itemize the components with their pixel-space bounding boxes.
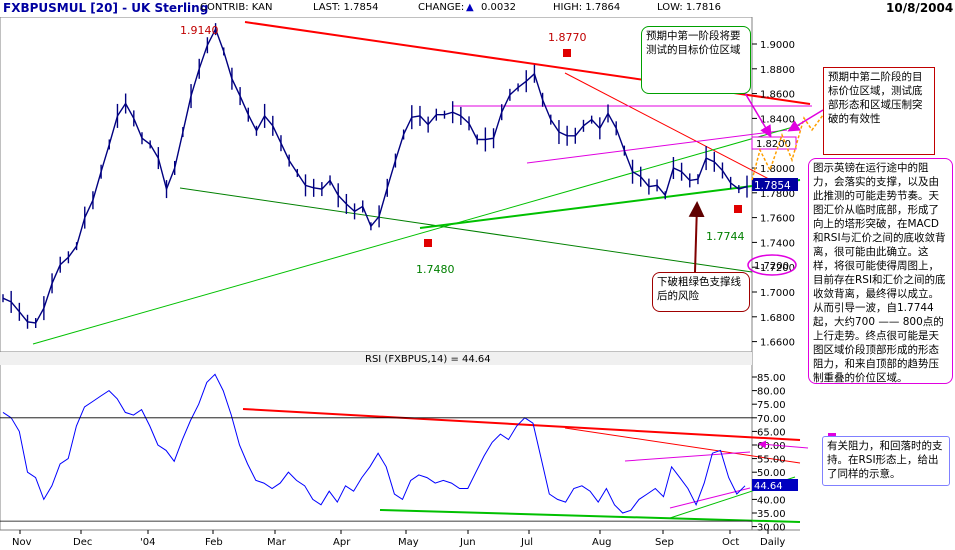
rsi-tick-label: 85.00 <box>757 373 786 384</box>
x-tick-label: Nov <box>12 537 32 548</box>
rsi-tick-label: 70.00 <box>757 414 786 425</box>
marker-square <box>424 239 432 247</box>
price-tick-label: 1.7400 <box>760 238 795 249</box>
price-tick-label: 1.8000 <box>760 164 795 175</box>
price-tick-label: 1.8600 <box>760 90 795 101</box>
x-tick-label: Dec <box>73 537 92 548</box>
price-tick-label: 1.8800 <box>760 65 795 76</box>
quote-date: 10/8/2004 <box>886 1 954 15</box>
peak-label-2: 1.8770 <box>548 31 587 44</box>
rsi-tick-label: 40.00 <box>757 495 786 506</box>
rsi-tick-label: 60.00 <box>757 441 786 452</box>
price-tick-label: 1.9000 <box>760 40 795 51</box>
last-field: LAST: 1.7854 <box>313 2 379 13</box>
price-panel <box>0 16 753 353</box>
annotation-stage1-target: 预期中第一阶段将要测试的目标价位区域 <box>641 26 751 94</box>
rsi-tick-label: 35.00 <box>757 509 786 520</box>
last-price-value: 1.7854 <box>754 180 791 192</box>
rsi-tick-label: 30.00 <box>757 523 786 534</box>
peak-label-1: 1.9140 <box>180 24 219 37</box>
change-label: CHANGE: <box>418 2 465 13</box>
annotation-breakdown-risk: 下破粗绿色支撑线后的风险 <box>652 272 750 312</box>
x-tick-label: Oct <box>722 537 739 548</box>
marker-square <box>563 49 571 57</box>
x-tick-label: May <box>398 537 419 548</box>
rsi-tick-label: 75.00 <box>757 400 786 411</box>
rsi-tick-label: 50.00 <box>757 468 786 479</box>
trough-label-1: 1.7480 <box>416 263 455 276</box>
quote-header: FXBPUSMUL [20] - UK Sterling CONTRIB: KA… <box>0 0 955 17</box>
change-value: 0.0032 <box>481 2 516 13</box>
annotation-analysis: 图示英镑在运行途中的阻力，会落实的支撑，以及由此推测的可能走势节奏。天图汇价从临… <box>808 158 953 384</box>
rsi-title: RSI (FXBPUS,14) = 44.64 <box>365 354 491 365</box>
marker-square <box>734 205 742 213</box>
x-tick-label: Mar <box>267 537 287 548</box>
rsi-panel <box>0 351 753 531</box>
high-field: HIGH: 1.7864 <box>553 2 621 13</box>
x-tick-label: '04 <box>140 537 155 548</box>
x-tick-label: Apr <box>333 537 351 548</box>
annotation-stage2-target: 预期中第二阶段的目标价位区域，测试底部形态和区域压制突破的有效性 <box>823 67 935 155</box>
x-tick-label: Feb <box>205 537 223 548</box>
rsi-value-label: 44.64 <box>754 481 783 492</box>
x-tick-label: Sep <box>655 537 674 548</box>
price-tick-label: 1.7000 <box>760 288 795 299</box>
price-tick-label: 1.7600 <box>760 214 795 225</box>
level-label-lower: 1.7200 <box>754 261 789 272</box>
rsi-tick-label: 65.00 <box>757 427 786 438</box>
rsi-tick-label: 80.00 <box>757 387 786 398</box>
price-tick-label: 1.6600 <box>760 338 795 349</box>
price-tick-label: 1.8400 <box>760 114 795 125</box>
contrib-field: CONTRIB: KAN <box>200 2 273 13</box>
annotation-rsi-note: 有关阻力，和回落时的支持。在RSI形态上，给出了同样的示意。 <box>822 436 950 486</box>
x-tick-label: Aug <box>592 537 612 548</box>
x-tick-label: Daily <box>760 537 785 548</box>
up-arrow-icon: ▲ <box>466 2 474 13</box>
x-tick-label: Jun <box>459 537 476 548</box>
x-tick-label: Jul <box>520 537 533 548</box>
rsi-tick-label: 55.00 <box>757 455 786 466</box>
low-field: LOW: 1.7816 <box>657 2 721 13</box>
price-tick-label: 1.6800 <box>760 313 795 324</box>
trough-label-2: 1.7744 <box>706 230 745 243</box>
symbol-title: FXBPUSMUL [20] - UK Sterling <box>3 1 209 15</box>
